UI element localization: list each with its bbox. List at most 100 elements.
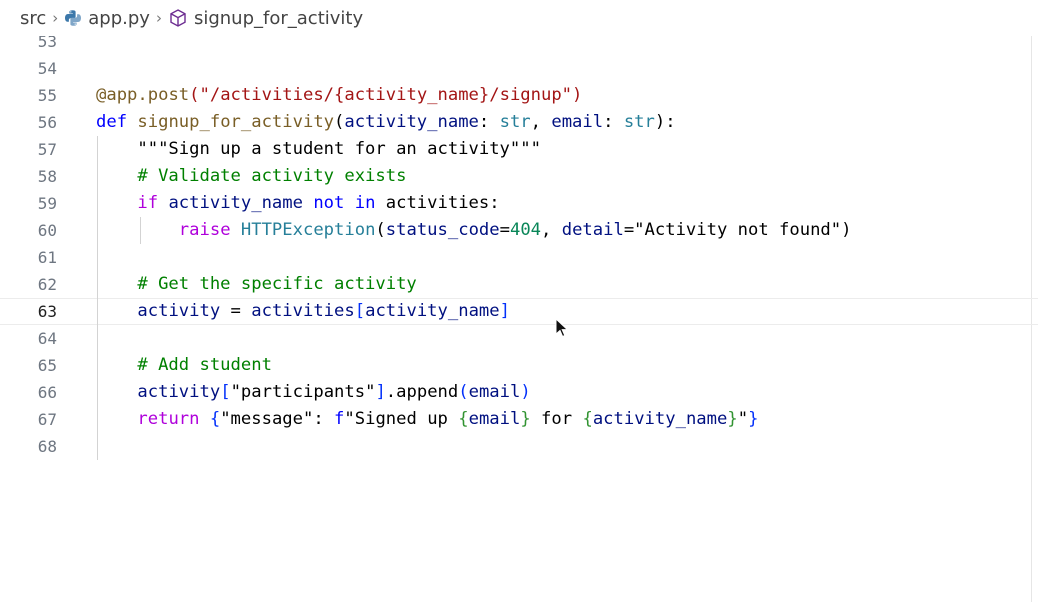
code-token: :: [313, 409, 335, 429]
code-token: =: [623, 220, 635, 240]
code-token: """Sign up a student for an activity""": [96, 139, 541, 159]
code-text: @app.post("/activities/{activity_name}/s…: [96, 82, 582, 109]
code-token: {activity_name}: [334, 85, 490, 105]
code-token: not in: [313, 193, 386, 213]
code-token: activity_name: [168, 193, 314, 213]
line-number: 60: [37, 221, 57, 240]
code-line[interactable]: 59 if activity_name not in activities:: [0, 190, 1038, 217]
code-token: /signup"): [489, 85, 583, 105]
code-text: # Get the specific activity: [96, 271, 417, 298]
code-token: {: [458, 409, 469, 429]
code-token: email: [551, 112, 604, 132]
code-token: def: [96, 112, 138, 132]
code-text: raise HTTPException(status_code=404, det…: [96, 217, 852, 244]
line-number: 62: [37, 275, 57, 294]
code-text: return {"message": f"Signed up {email} f…: [96, 406, 758, 433]
code-token: activity_name: [344, 112, 479, 132]
code-line[interactable]: 53: [0, 36, 1038, 55]
code-token: [: [220, 382, 231, 402]
code-line[interactable]: 54: [0, 55, 1038, 82]
mouse-cursor-icon: [555, 318, 569, 338]
code-token: ):: [654, 112, 676, 132]
code-editor[interactable]: 53 54 55 @app.post("/activities/{activity_n…: [0, 36, 1038, 602]
breadcrumb: src › app.py › signup_for_activity: [0, 0, 1038, 36]
breadcrumb-label: src: [20, 7, 47, 29]
code-token: activity_name: [592, 409, 728, 429]
code-token: }: [520, 409, 531, 429]
code-line[interactable]: 58 # Validate activity exists: [0, 163, 1038, 190]
code-token: detail: [561, 220, 624, 240]
cube-icon: [170, 9, 186, 27]
code-line[interactable]: 68: [0, 433, 1038, 460]
code-token: [: [354, 301, 366, 321]
code-token: email: [468, 409, 521, 429]
code-token: }: [748, 409, 759, 429]
code-token: activity_name: [365, 301, 500, 321]
code-line[interactable]: 57 """Sign up a student for an activity"…: [0, 136, 1038, 163]
code-text: if activity_name not in activities:: [96, 190, 500, 217]
code-token: post: [147, 85, 190, 105]
code-token: =: [230, 301, 252, 321]
code-token: =: [499, 220, 510, 240]
code-token: ": [737, 409, 749, 429]
chevron-right-icon: ›: [52, 9, 59, 27]
code-line[interactable]: 67 return {"message": f"Signed up {email…: [0, 406, 1038, 433]
code-token: @app.: [96, 85, 148, 105]
code-token: :: [603, 112, 624, 132]
code-line[interactable]: 56 def signup_for_activity(activity_name:…: [0, 109, 1038, 136]
breadcrumb-item-file[interactable]: app.py: [64, 8, 150, 29]
code-token: return: [137, 409, 210, 429]
line-number: 54: [37, 59, 57, 78]
code-token: activities:: [385, 193, 500, 213]
line-number: 66: [37, 383, 57, 402]
code-token: if: [137, 193, 169, 213]
code-token: activity: [137, 382, 221, 402]
line-number: 59: [37, 194, 57, 213]
indent-guide: [140, 217, 141, 244]
code-token: .append: [385, 382, 459, 402]
code-token: # Get the specific activity: [96, 274, 417, 294]
code-token: # Validate activity exists: [96, 166, 407, 186]
breadcrumb-label: app.py: [88, 7, 150, 29]
breadcrumb-item-symbol[interactable]: signup_for_activity: [168, 8, 363, 29]
code-token: }: [727, 409, 738, 429]
code-token: "message": [220, 409, 314, 429]
code-text: activity["participants"].append(email): [96, 379, 531, 406]
code-line[interactable]: 66 activity["participants"].append(email…: [0, 379, 1038, 406]
code-token: ]: [499, 301, 510, 321]
line-number: 57: [37, 140, 57, 159]
code-line[interactable]: 60 raise HTTPException(status_code=404, …: [0, 217, 1038, 244]
code-token: (: [334, 112, 345, 132]
code-token: f: [334, 409, 345, 429]
code-token: (: [375, 220, 386, 240]
code-token: raise: [178, 220, 241, 240]
code-token: ): [520, 382, 531, 402]
code-token: signup_for_activity: [137, 112, 335, 132]
code-token: for: [530, 409, 583, 429]
code-token: "participants": [230, 382, 376, 402]
code-line[interactable]: 62 # Get the specific activity: [0, 271, 1038, 298]
line-number: 61: [37, 248, 57, 267]
line-number: 64: [37, 329, 57, 348]
code-line[interactable]: 61: [0, 244, 1038, 271]
breadcrumb-label: signup_for_activity: [193, 7, 364, 29]
code-line[interactable]: 64: [0, 325, 1038, 352]
code-line[interactable]: 55 @app.post("/activities/{activity_name}…: [0, 82, 1038, 109]
code-token: str: [623, 112, 655, 132]
breadcrumb-item-src[interactable]: src: [20, 8, 46, 29]
code-token: 404: [509, 220, 542, 240]
python-icon: [65, 10, 82, 26]
code-token: ,: [530, 112, 552, 132]
code-line[interactable]: 65 # Add student: [0, 352, 1038, 379]
line-number: 65: [37, 356, 57, 375]
line-number: 55: [37, 86, 57, 105]
code-token: "Signed up: [344, 409, 459, 429]
code-token: {: [209, 409, 221, 429]
code-text: # Validate activity exists: [96, 163, 406, 190]
code-line[interactable]: 63 activity = activities[activity_name]: [0, 298, 1038, 325]
